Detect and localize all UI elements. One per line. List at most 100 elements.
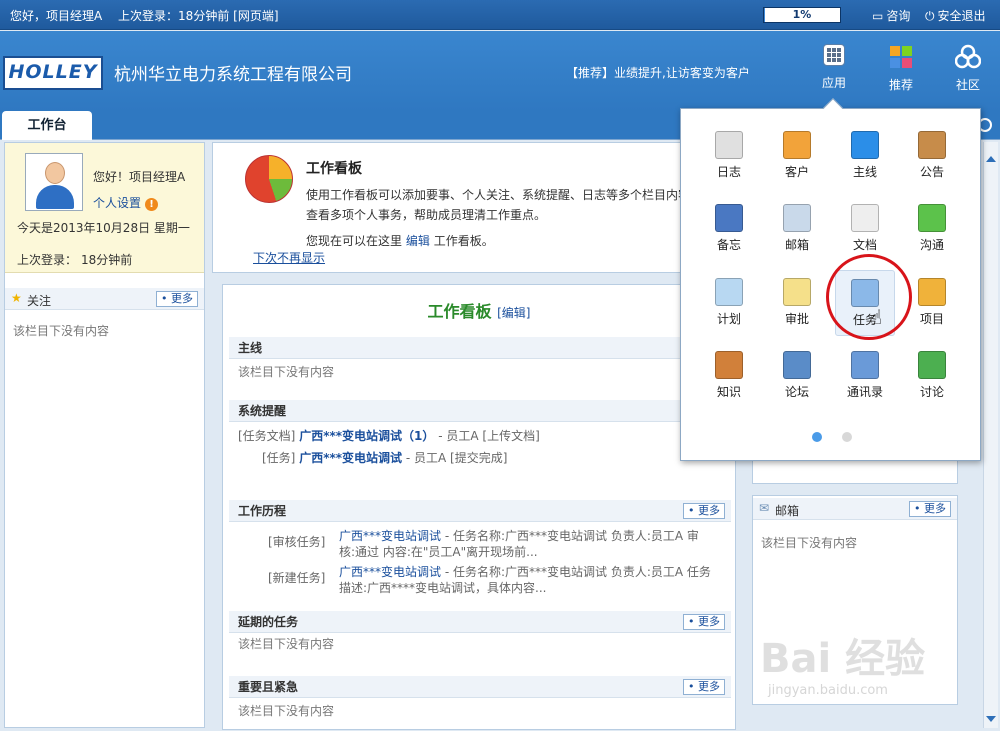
personal-settings[interactable]: 个人设置! [93,194,159,211]
work-board: 工作看板 [编辑] 主线 该栏目下没有内容 系统提醒 [任务文档] 广西***变… [222,284,736,730]
nav-recommend-label: 推荐 [888,78,913,92]
reminders-header: 系统提醒 [229,400,731,422]
board-title: 工作看板 [编辑] [223,298,735,322]
nav-community[interactable]: 社区 [941,44,995,93]
app-label: 通讯录 [846,385,883,399]
company-logo[interactable]: HOLLEY [3,56,103,90]
avatar-body [36,185,74,209]
board-edit-link[interactable]: [编辑] [497,306,530,320]
guide-desc-2: 查看多项个人事务，帮助成员理清工作重点。 [306,208,547,222]
last-login: 上次登录： 18分钟前 [17,251,132,268]
page-dot-active[interactable] [812,432,822,442]
app-notebook[interactable]: 备忘 [699,196,759,262]
app-label: 文档 [852,238,877,252]
section-urgent: 重要且紧急 • 更多 该栏目下没有内容 [229,676,731,722]
topbar-greeting: 您好，项目经理A 上次登录：18分钟前 [网页端] [10,7,291,24]
nav-community-label: 社区 [955,78,980,92]
reminder-item: [任务] 广西***变电站调试 - 员工A [提交完成] [229,447,731,469]
mailbox-more-label: 更多 [924,502,946,515]
app-customers[interactable]: 客户 [767,123,827,189]
app-label: 计划 [716,312,741,326]
pie-chart-icon [245,155,293,203]
history-title: 工作历程 [238,504,287,518]
page-dot[interactable] [841,432,852,442]
settings-link[interactable]: 个人设置 [93,196,141,210]
app-mainline[interactable]: 主线 [835,123,895,189]
follow-more-label: 更多 [171,292,193,305]
promo-link[interactable]: 【推荐】业绩提升,让访客变为客户 [566,64,750,81]
app-discuss[interactable]: 讨论 [902,343,962,409]
urgent-more-button[interactable]: • 更多 [683,679,725,695]
app-approval[interactable]: 审批 [767,270,827,336]
left-sidebar: 您好！项目经理A 个人设置! 今天是2013年10月28日 星期一 上次登录： 1… [4,142,205,728]
scroll-up-icon[interactable] [986,156,996,162]
app-clipboard[interactable]: 公告 [902,123,962,189]
approval-icon [783,278,811,306]
app-calendar[interactable]: 日志 [699,123,759,189]
history-more-button[interactable]: • 更多 [683,503,725,519]
reminder-note: - 员工A [上传文档] [438,429,540,443]
app-label: 论坛 [784,385,809,399]
app-contacts[interactable]: 通讯录 [835,343,895,409]
guide-desc-3: 您现在可以在这里 编辑 工作看板。 [306,232,494,249]
guide-edit-link[interactable]: 编辑 [406,234,430,248]
company-name: 杭州华立电力系统工程有限公司 [114,65,352,85]
nav-apps[interactable]: 应用 [807,44,861,91]
history-item: [新建任务] 广西***变电站调试 - 任务名称:广西***变电站调试 负责人:… [229,564,731,598]
header: HOLLEY 杭州华立电力系统工程有限公司 【推荐】业绩提升,让访客变为客户 应… [0,31,1000,111]
app-books[interactable]: 知识 [699,343,759,409]
avatar[interactable] [25,153,83,211]
section-history: 工作历程 • 更多 [审核任务] 广西***变电站调试 - 任务名称:广西***… [229,500,731,598]
mailbox-more-button[interactable]: • 更多 [909,501,951,517]
follow-header: ★ 关注 • 更多 [5,288,204,310]
community-icon [954,44,982,70]
delayed-more-label: 更多 [698,615,720,628]
user-card: 您好！项目经理A 个人设置! 今天是2013年10月28日 星期一 上次登录： 1… [5,143,204,273]
board-title-text: 工作看板 [427,302,492,321]
logout-link[interactable]: ⏻ 安全退出 [925,7,986,24]
reminder-link[interactable]: 广西***变电站调试（1） [299,429,434,443]
history-header: 工作历程 • 更多 [229,500,731,522]
consult-link[interactable]: ▭ 咨询 [872,7,910,24]
history-line-1: - 任务名称:广西***变电站调试 负责人:员工A 任务 [444,565,711,579]
app-label: 知识 [716,385,741,399]
history-link[interactable]: 广西***变电站调试 [339,565,441,579]
delayed-empty: 该栏目下没有内容 [238,637,335,651]
reminder-link[interactable]: 广西***变电站调试 [299,451,402,465]
app-forum[interactable]: 论坛 [767,343,827,409]
app-mail[interactable]: 邮箱 [767,196,827,262]
app-chat[interactable]: 沟通 [902,196,962,262]
dont-show-again-link[interactable]: 下次不再显示 [253,249,325,266]
user-hello: 您好！项目经理A [93,170,186,184]
mailbox-title: 邮箱 [775,504,800,518]
greeting-text: 您好，项目经理A [10,9,103,23]
forum-icon [783,351,811,379]
mailbox-empty: 该栏目下没有内容 [761,536,858,550]
nav-recommend[interactable]: 推荐 [874,44,928,93]
app-plan-table[interactable]: 计划 [699,270,759,336]
tab-workbench[interactable]: 工作台 [2,111,92,140]
delayed-title: 延期的任务 [238,615,299,629]
urgent-more-label: 更多 [698,680,720,693]
mainline-header: 主线 [229,337,731,359]
clipboard-icon [918,131,946,159]
delayed-more-button[interactable]: • 更多 [683,614,725,630]
scrollbar[interactable] [983,142,998,728]
app-document[interactable]: 文档 [835,196,895,262]
section-delayed: 延期的任务 • 更多 该栏目下没有内容 [229,611,731,655]
document-icon [851,204,879,232]
app-label: 项目 [919,312,944,326]
grid-icon [823,44,845,66]
logout-label: 安全退出 [937,9,986,23]
history-line-1: - 任务名称:广西***变电站调试 负责人:员工A 审 [444,529,699,543]
section-mainline: 主线 该栏目下没有内容 [229,337,731,383]
guide-desc-1: 使用工作看板可以添加要事、个人关注、系统提醒、日志等多个栏目内容， [306,188,703,202]
scroll-down-icon[interactable] [986,716,996,722]
urgent-empty: 该栏目下没有内容 [238,704,335,718]
history-label: [新建任务] [268,571,326,585]
history-link[interactable]: 广西***变电站调试 [339,529,441,543]
history-line-2: 描述:广西****变电站调试，具体内容... [339,581,547,595]
follow-more-button[interactable]: • 更多 [156,291,198,307]
gears-icon [918,278,946,306]
delayed-header: 延期的任务 • 更多 [229,611,731,633]
